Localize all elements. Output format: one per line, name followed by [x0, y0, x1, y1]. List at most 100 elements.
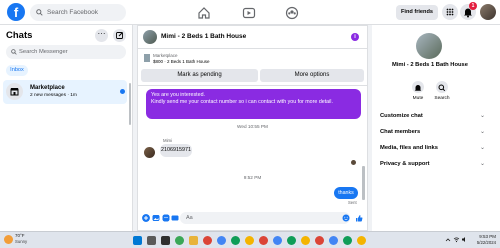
- gif-icon[interactable]: [171, 214, 179, 222]
- home-icon[interactable]: [197, 6, 211, 20]
- search-icon: [36, 9, 43, 16]
- search-icon[interactable]: [147, 236, 156, 245]
- chrome-profile-icon[interactable]: [287, 236, 296, 245]
- listing-source: Marketplace: [153, 53, 178, 58]
- mute-label: Mute: [412, 96, 424, 101]
- chrome-profile-icon[interactable]: [203, 236, 212, 245]
- conversation-marketplace[interactable]: Marketplace 2 new messages · 1m: [3, 80, 127, 104]
- chats-options-button[interactable]: ···: [95, 29, 108, 42]
- chrome-profile-icon[interactable]: [343, 236, 352, 245]
- search-icon: [11, 49, 17, 55]
- chats-sidebar: Chats ··· Search Messenger Inbox Marketp…: [0, 25, 133, 231]
- contact-avatar[interactable]: [143, 30, 157, 44]
- facebook-logo[interactable]: f: [7, 3, 25, 21]
- watch-video-icon[interactable]: [242, 6, 256, 20]
- marketplace-store-icon: [6, 83, 23, 100]
- chrome-profile-icon[interactable]: [273, 236, 282, 245]
- contact-photo[interactable]: [416, 33, 442, 59]
- contact-name: Mimi - 2 Beds 1 Bath House: [391, 62, 469, 68]
- chrome-profile-icon[interactable]: [301, 236, 310, 245]
- mute-button[interactable]: [412, 81, 424, 93]
- emoji-icon[interactable]: [342, 214, 350, 222]
- message-composer: Aa: [138, 206, 367, 231]
- grid-menu-icon: [446, 8, 454, 16]
- menu-button[interactable]: [442, 4, 458, 20]
- chat-members-section[interactable]: Chat members: [380, 129, 490, 135]
- start-icon[interactable]: [133, 236, 142, 245]
- wifi-icon[interactable]: [453, 236, 460, 243]
- volume-icon[interactable]: [461, 236, 468, 243]
- conversation-name: Marketplace: [30, 85, 65, 91]
- message-input[interactable]: Aa: [180, 212, 350, 224]
- chevron-down-icon: ⌄: [480, 145, 486, 151]
- more-options-button[interactable]: More options: [260, 69, 364, 82]
- customize-chat-section[interactable]: Customize chat: [380, 113, 490, 119]
- bell-icon: [414, 85, 422, 91]
- chrome-profile-icon[interactable]: [329, 236, 338, 245]
- tab-inbox[interactable]: Inbox: [6, 65, 28, 76]
- conversation-info-icon[interactable]: i: [351, 33, 359, 41]
- messenger-search-placeholder: Search Messenger: [19, 49, 68, 55]
- thumbs-up-icon[interactable]: [355, 214, 363, 222]
- media-files-links-section[interactable]: Media, files and links: [380, 145, 490, 151]
- message-timestamp: 9:52 PM: [243, 175, 262, 180]
- chrome-profile-icon[interactable]: [231, 236, 240, 245]
- chats-title: Chats: [6, 30, 33, 41]
- new-message-button[interactable]: [113, 29, 126, 42]
- sender-name: Mimi: [163, 138, 173, 143]
- chrome-profile-icon[interactable]: [315, 236, 324, 245]
- chrome-profile-icon[interactable]: [357, 236, 366, 245]
- chrome-icon[interactable]: [175, 236, 184, 245]
- image-icon[interactable]: [152, 214, 160, 222]
- file-explorer-icon[interactable]: [189, 236, 198, 245]
- chevron-down-icon: ⌄: [480, 113, 486, 119]
- read-receipt-avatar: [351, 160, 356, 165]
- chevron-down-icon: ⌄: [480, 129, 486, 135]
- marketplace-listing-card: Marketplace $800 · 2 Beds 1 Bath House M…: [138, 50, 367, 86]
- chevron-down-icon: ⌄: [480, 161, 486, 167]
- clock-time[interactable]: 9:53 PM: [470, 234, 496, 239]
- windows-taskbar: 70°F Sunny 9:53 PM 5/22/2024: [0, 231, 500, 248]
- unread-indicator: [120, 89, 125, 94]
- listing-price-title[interactable]: $800 · 2 Beds 1 Bath House: [153, 59, 210, 64]
- outgoing-message[interactable]: thanks: [334, 187, 358, 199]
- find-friends-button[interactable]: Find friends: [396, 5, 438, 20]
- weather-description[interactable]: Sunny: [15, 239, 27, 244]
- incoming-message[interactable]: 2106915971: [160, 144, 192, 157]
- chrome-profile-icon[interactable]: [259, 236, 268, 245]
- conversation-pane: Mimi - 2 Beds 1 Bath House i Marketplace…: [137, 25, 368, 231]
- listing-thumbnail[interactable]: [144, 54, 150, 62]
- task-view-icon[interactable]: [161, 236, 170, 245]
- search-label: Search: [434, 96, 450, 101]
- compose-icon: [116, 32, 123, 39]
- message-status: Sent: [348, 200, 357, 205]
- weather-icon[interactable]: [4, 235, 13, 244]
- facebook-search-input[interactable]: Search Facebook: [30, 4, 126, 21]
- facebook-messenger-window: f Search Facebook Find friends 1 Chats ·…: [0, 0, 500, 248]
- chrome-profile-icon[interactable]: [245, 236, 254, 245]
- facebook-search-placeholder: Search Facebook: [47, 9, 98, 16]
- chat-list-scrollbar[interactable]: [129, 83, 131, 125]
- search-icon: [438, 84, 446, 92]
- chrome-profile-icon[interactable]: [217, 236, 226, 245]
- groups-icon[interactable]: [285, 6, 299, 20]
- contact-name[interactable]: Mimi - 2 Beds 1 Bath House: [161, 33, 246, 40]
- conversation-info-panel: Mimi - 2 Beds 1 Bath House Mute Search C…: [372, 25, 500, 231]
- sender-avatar[interactable]: [144, 147, 155, 158]
- message-timestamp: Wed 10:55 PM: [237, 124, 268, 129]
- plus-icon[interactable]: [142, 214, 150, 222]
- conversation-header: Mimi - 2 Beds 1 Bath House i: [138, 26, 367, 49]
- weather-temperature[interactable]: 70°F: [15, 233, 25, 238]
- privacy-support-section[interactable]: Privacy & support: [380, 161, 490, 167]
- outgoing-message[interactable]: Yes are you interested. Kindly send me y…: [146, 89, 361, 119]
- top-navigation-bar: f Search Facebook Find friends 1: [0, 0, 500, 25]
- mark-as-pending-button[interactable]: Mark as pending: [141, 69, 258, 82]
- notification-count-badge: 1: [469, 2, 477, 10]
- sticker-icon[interactable]: [162, 214, 170, 222]
- messenger-search-input[interactable]: Search Messenger: [6, 45, 126, 59]
- clock-date[interactable]: 5/22/2024: [470, 240, 496, 245]
- conversation-scrollbar[interactable]: [362, 166, 365, 200]
- chevron-up-icon[interactable]: [445, 237, 451, 243]
- account-avatar[interactable]: [480, 4, 496, 20]
- search-in-conversation-button[interactable]: [436, 81, 448, 93]
